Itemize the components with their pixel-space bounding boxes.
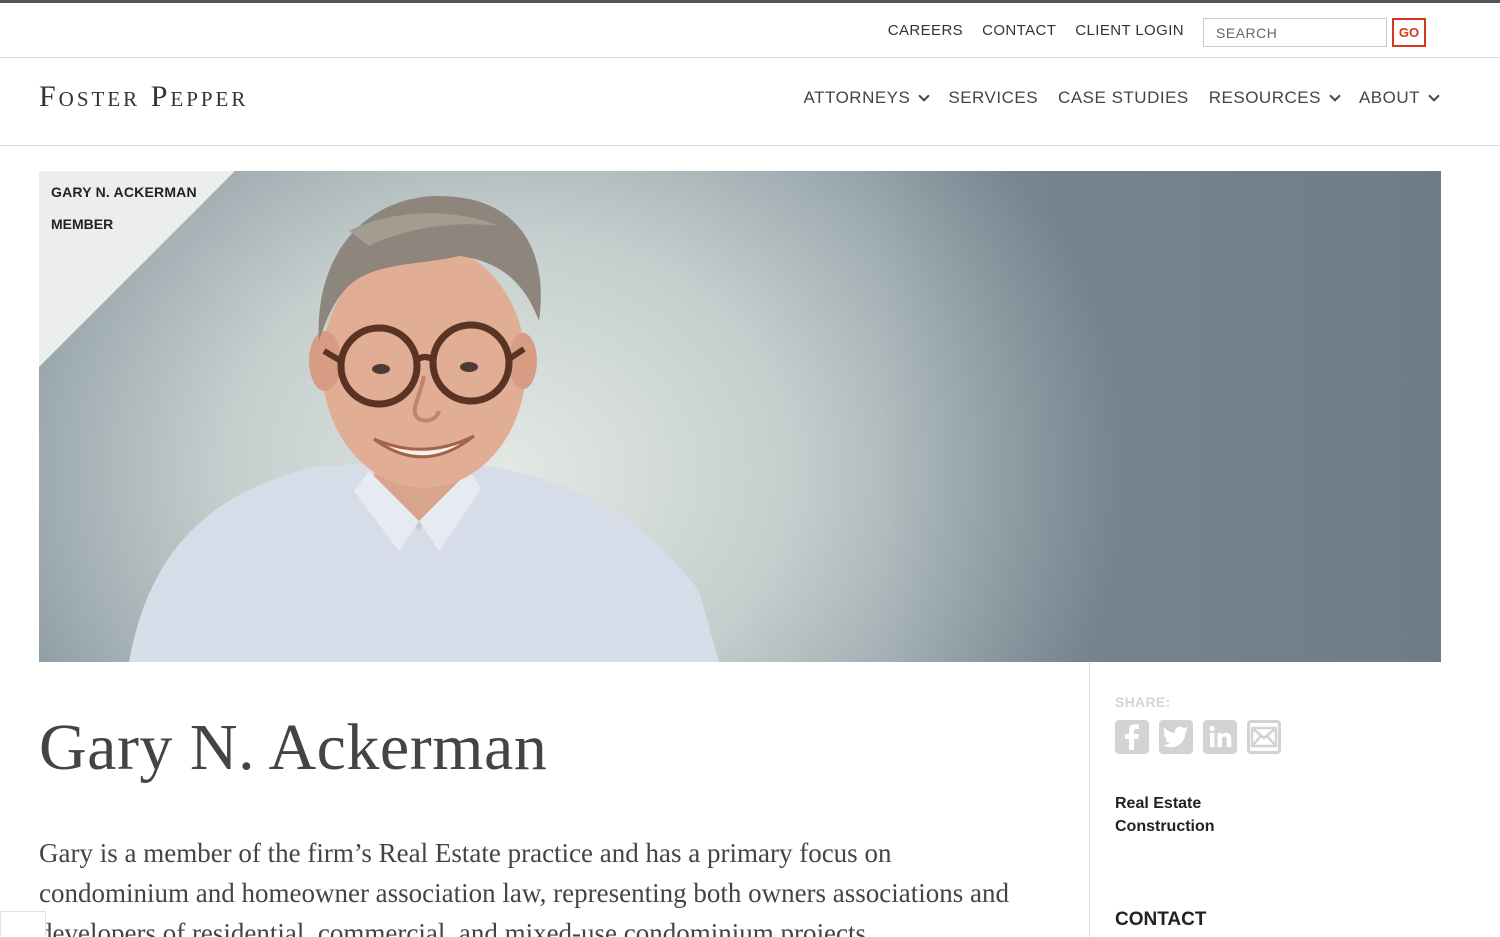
twitter-icon[interactable]: [1159, 720, 1193, 754]
practice-areas: Real Estate Construction: [1115, 795, 1215, 836]
nav-attorneys[interactable]: ATTORNEYS: [803, 88, 931, 108]
utility-bar: CAREERS CONTACT CLIENT LOGIN GO: [0, 3, 1500, 58]
feedback-tab[interactable]: [0, 911, 46, 937]
sidebar-divider: [1089, 662, 1090, 937]
hero-role: MEMBER: [51, 216, 114, 232]
main-nav: ATTORNEYS SERVICES CASE STUDIES RESOURCE…: [803, 88, 1440, 108]
nav-case-studies[interactable]: CASE STUDIES: [1058, 88, 1189, 108]
careers-link[interactable]: CAREERS: [888, 22, 963, 39]
main-header: Foster Pepper ATTORNEYS SERVICES CASE ST…: [0, 58, 1500, 146]
nav-resources-label: RESOURCES: [1208, 88, 1321, 107]
bio-text: Gary is a member of the firm’s Real Esta…: [39, 838, 1010, 937]
search-input[interactable]: [1204, 19, 1386, 46]
search-box: [1203, 18, 1387, 47]
hero-corner-tab: [39, 171, 235, 367]
search-go-button[interactable]: GO: [1392, 18, 1426, 47]
nav-services-label: SERVICES: [948, 88, 1039, 107]
email-icon[interactable]: [1247, 720, 1281, 754]
facebook-icon[interactable]: [1115, 720, 1149, 754]
practice-real-estate-link[interactable]: Real Estate: [1115, 795, 1215, 813]
linkedin-icon[interactable]: [1203, 720, 1237, 754]
nav-resources[interactable]: RESOURCES: [1208, 88, 1341, 108]
chevron-down-icon: [1428, 90, 1440, 102]
nav-about-label: ABOUT: [1358, 88, 1420, 107]
hero-name: GARY N. ACKERMAN: [51, 184, 197, 200]
page-title: Gary N. Ackerman: [39, 711, 548, 784]
practice-construction-link[interactable]: Construction: [1115, 818, 1215, 836]
nav-case-studies-label: CASE STUDIES: [1058, 88, 1189, 107]
site-logo[interactable]: Foster Pepper: [39, 80, 248, 114]
share-icons: [1115, 720, 1281, 754]
contact-heading: CONTACT: [1115, 909, 1207, 930]
nav-services[interactable]: SERVICES: [948, 88, 1038, 108]
utility-links: CAREERS CONTACT CLIENT LOGIN: [888, 22, 1184, 39]
contact-link[interactable]: CONTACT: [982, 22, 1056, 39]
hero-banner: GARY N. ACKERMAN MEMBER: [39, 171, 1441, 662]
share-label: SHARE:: [1115, 694, 1171, 710]
chevron-down-icon: [918, 90, 931, 102]
chevron-down-icon: [1329, 90, 1341, 102]
nav-attorneys-label: ATTORNEYS: [803, 88, 911, 107]
client-login-link[interactable]: CLIENT LOGIN: [1075, 22, 1184, 39]
nav-about[interactable]: ABOUT: [1358, 88, 1440, 108]
